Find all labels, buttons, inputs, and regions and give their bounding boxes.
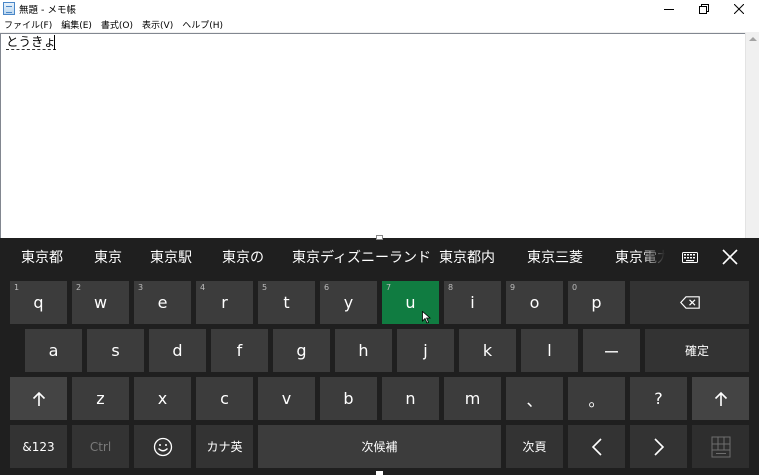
candidate-item[interactable]: 東京都内 [439, 247, 495, 267]
keyboard-layout-button[interactable] [692, 425, 749, 468]
shift-arrow-icon [32, 391, 45, 406]
close-icon [734, 3, 744, 14]
candidate-item[interactable]: 東京の [222, 247, 264, 267]
key-b[interactable]: b [320, 377, 377, 420]
shift-left-button[interactable] [10, 377, 67, 420]
candidate-item[interactable]: 東京ディズニーランド [292, 247, 431, 267]
touch-keyboard: 東京都 東京 東京駅 東京の 東京ディズニーランド 東京都内 東京三菱 東京電力 [0, 235, 759, 475]
menu-bar: ファイル(F) 編集(E) 書式(O) 表示(V) ヘルプ(H) [0, 17, 759, 33]
key-c[interactable]: c [196, 377, 253, 420]
backspace-icon [679, 296, 700, 309]
emoji-icon [153, 437, 172, 456]
window-title: 無題 - メモ帳 [19, 5, 76, 16]
keyboard-layout-icon [711, 436, 730, 457]
candidate-item[interactable]: 東京 [94, 247, 122, 267]
emoji-button[interactable] [134, 425, 191, 468]
scroll-up-icon[interactable] [749, 37, 757, 41]
minimize-icon [664, 8, 674, 10]
vertical-scrollbar[interactable] [745, 33, 759, 238]
menu-file[interactable]: ファイル(F) [4, 18, 52, 31]
candidate-item[interactable]: 東京都 [21, 247, 63, 267]
shift-right-button[interactable] [692, 377, 749, 420]
candidate-fade [640, 242, 676, 272]
maximize-button[interactable] [687, 0, 721, 17]
right-arrow-button[interactable] [630, 425, 687, 468]
menu-help[interactable]: ヘルプ(H) [182, 18, 223, 31]
keyboard-bottom-grip[interactable] [376, 471, 383, 475]
key-g[interactable]: g [273, 329, 330, 372]
minimize-button[interactable] [652, 0, 686, 17]
text-editor[interactable]: とうきょ [0, 33, 745, 238]
chevron-left-icon [591, 437, 602, 456]
key-f[interactable]: f [211, 329, 268, 372]
close-icon[interactable] [719, 246, 741, 268]
key-a[interactable]: a [25, 329, 82, 372]
left-arrow-button[interactable] [568, 425, 625, 468]
menu-edit[interactable]: 編集(E) [61, 18, 92, 31]
composition-text: とうきょ [6, 34, 57, 50]
kana-english-button[interactable]: カナ英 [196, 425, 253, 468]
text-caret [54, 35, 55, 50]
key-j[interactable]: j [397, 329, 454, 372]
key-i[interactable]: 8i [444, 281, 501, 324]
key-w[interactable]: 2w [72, 281, 129, 324]
space-button[interactable]: 次候補 [258, 425, 501, 468]
candidate-bar: 東京都 東京 東京駅 東京の 東京ディズニーランド 東京都内 東京三菱 東京電力 [0, 238, 759, 276]
key-long-vowel[interactable]: ー [583, 329, 640, 372]
menu-view[interactable]: 表示(V) [142, 18, 173, 31]
key-l[interactable]: l [521, 329, 578, 372]
confirm-button[interactable]: 確定 [645, 329, 749, 372]
menu-format[interactable]: 書式(O) [101, 18, 133, 31]
key-n[interactable]: n [382, 377, 439, 420]
symbols-button[interactable]: &123 [10, 425, 67, 468]
mouse-pointer-icon [422, 311, 431, 324]
close-window-button[interactable] [722, 0, 756, 17]
key-d[interactable]: d [149, 329, 206, 372]
keyboard-icon[interactable] [679, 246, 701, 268]
key-t[interactable]: 5t [258, 281, 315, 324]
key-s[interactable]: s [87, 329, 144, 372]
key-period[interactable]: 。 [568, 377, 625, 420]
key-e[interactable]: 3e [134, 281, 191, 324]
backspace-button[interactable] [630, 281, 749, 324]
key-k[interactable]: k [459, 329, 516, 372]
restore-icon [699, 3, 709, 14]
key-z[interactable]: z [72, 377, 129, 420]
key-comma[interactable]: 、 [506, 377, 563, 420]
key-question[interactable]: ? [630, 377, 687, 420]
key-u[interactable]: 7u [382, 281, 439, 324]
shift-arrow-icon [714, 391, 727, 406]
candidate-item[interactable]: 東京駅 [150, 247, 192, 267]
key-m[interactable]: m [444, 377, 501, 420]
key-p[interactable]: 0p [568, 281, 625, 324]
key-x[interactable]: x [134, 377, 191, 420]
title-bar: 無題 - メモ帳 [0, 0, 759, 17]
key-h[interactable]: h [335, 329, 392, 372]
key-q[interactable]: 1q [10, 281, 67, 324]
key-r[interactable]: 4r [196, 281, 253, 324]
chevron-right-icon [653, 437, 664, 456]
notepad-icon [3, 2, 15, 15]
candidate-item[interactable]: 東京三菱 [527, 247, 583, 267]
next-page-button[interactable]: 次頁 [506, 425, 563, 468]
key-o[interactable]: 9o [506, 281, 563, 324]
key-v[interactable]: v [258, 377, 315, 420]
ctrl-button[interactable]: Ctrl [72, 425, 129, 468]
key-y[interactable]: 6y [320, 281, 377, 324]
